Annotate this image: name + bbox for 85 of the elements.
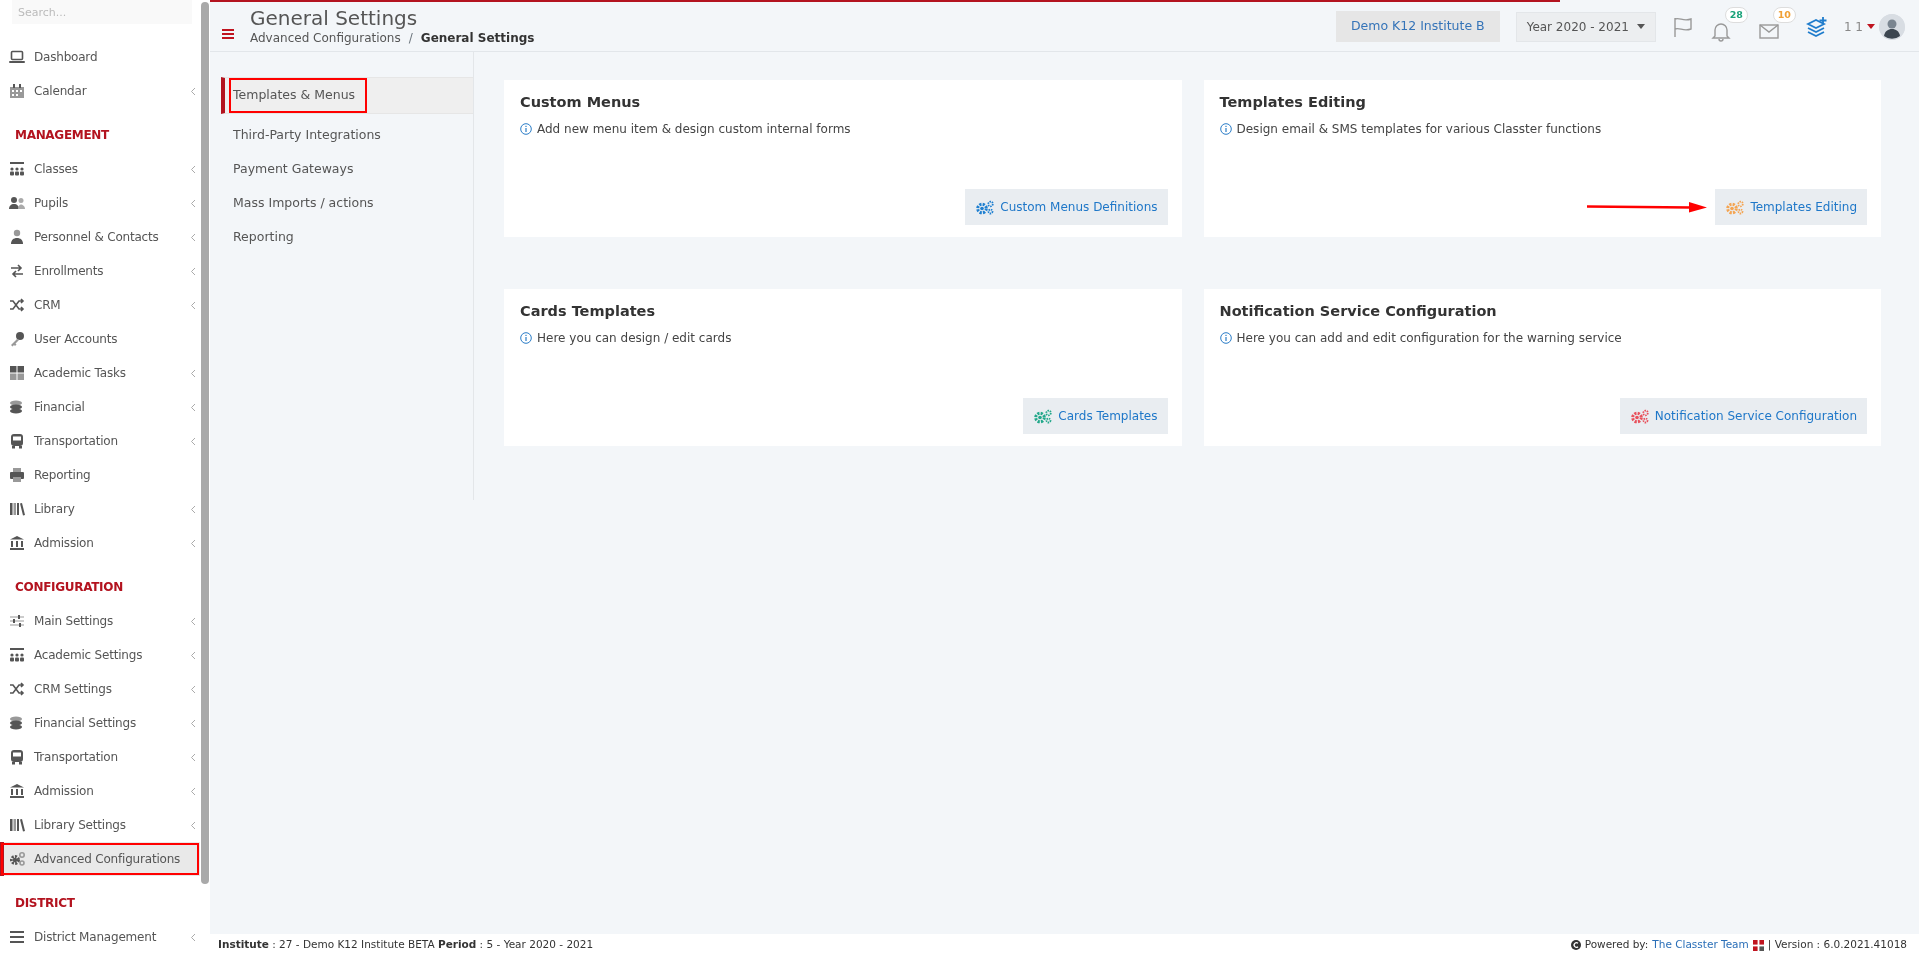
version-text: | Version : 6.0.2021.41018 [1767,937,1907,953]
count-badge: 28 [1724,6,1748,23]
section-heading: MANAGEMENT [14,127,110,144]
search-field[interactable]: Search... [12,0,192,24]
grid-icon [8,365,26,381]
card-title: Notification Service Configuration [1219,303,1498,321]
caret-icon [1867,24,1875,29]
institute-button[interactable]: Demo K12 Institute B [1336,11,1500,42]
sidebar-item[interactable]: CRM Settings [0,672,200,706]
section-heading: CONFIGURATION [14,579,124,596]
list-icon [8,929,26,945]
breadcrumb-link[interactable]: Advanced Configurations [250,28,401,47]
sidebar-item[interactable]: Classes [0,152,200,186]
sidebar-item[interactable]: Pupils [0,186,200,220]
sidebar-item[interactable]: Admission [0,774,200,808]
breadcrumb-separator: / [408,29,413,47]
team-link[interactable]: The Classter Team [1652,937,1749,953]
gears-icon [8,851,26,867]
sidebar-item[interactable]: Library [0,492,200,526]
sidebar-item[interactable]: CRM [0,288,200,322]
books-icon [8,501,26,517]
sidebar-item[interactable]: Library Settings [0,808,200,842]
count-badge: 10 [1772,6,1796,23]
sidebar-item[interactable]: Advanced Configurations [0,842,200,876]
sidebar-item[interactable]: Transportation [0,740,200,774]
card-description: Here you can add and edit configuration for the warning service [1236,330,1622,348]
page-title: General Settings [250,6,419,29]
powered-by-text: Powered by: [1584,937,1649,953]
bank-icon [8,783,26,799]
layers-plus-icon[interactable] [1805,15,1828,38]
sidebar-item[interactable]: Academic Tasks [0,356,200,390]
menu-icon[interactable] [222,29,234,39]
card-title: Custom Menus [520,94,642,112]
sidebar-item[interactable]: User Accounts [0,322,200,356]
bus-icon [8,749,26,765]
person-icon [8,229,26,245]
card-button[interactable]: Custom Menus Definitions [965,189,1168,225]
breadcrumb-current: General Settings [420,29,535,47]
period-dropdown[interactable]: Year 2020 - 2021 [1515,11,1656,42]
sidebar-item[interactable]: Dashboard [0,40,200,74]
card-description: Add new menu item & design custom internal forms [537,121,851,139]
card-title: Templates Editing [1219,94,1367,112]
card-button[interactable]: Templates Editing [1715,189,1867,225]
swap-arrows-icon [8,263,26,279]
sidebar-item[interactable]: Financial Settings [0,706,200,740]
printer-icon [8,467,26,483]
sidebar-item[interactable]: Calendar [0,74,200,108]
calendar-icon [8,83,26,99]
card-title: Cards Templates [520,303,657,321]
sidebar-item[interactable]: Enrollments [0,254,200,288]
users-icon [8,195,26,211]
sidebar-item[interactable]: Academic Settings [0,638,200,672]
info-icon [520,332,532,345]
books-icon [8,817,26,833]
sidebar-item[interactable]: Personnel & Contacts [0,220,200,254]
bus-icon [8,433,26,449]
logo-icon [1752,939,1764,951]
section-heading: DISTRICT [14,895,76,912]
card-description: Design email & SMS templates for various Classter functions [1236,121,1602,139]
laptop-icon [8,49,26,65]
flag-icon[interactable] [1671,15,1694,38]
footer-info: Institute : 27 - Demo K12 Institute BETA Period : 5 - Year 2020 - 2021 [218,937,594,953]
card-button[interactable]: Cards Templates [1023,398,1168,434]
sliders-icon [8,613,26,629]
classroom-icon [8,161,26,177]
card-description: Here you can design / edit cards [537,330,732,348]
sidebar-item[interactable]: Financial [0,390,200,424]
shuffle-icon [8,681,26,697]
info-icon [1219,332,1232,345]
submenu-item[interactable]: Templates & Menus [221,77,473,114]
user-menu[interactable]: 1 1 [1843,13,1905,40]
copyright-icon [1570,940,1581,950]
sidebar-item[interactable]: Admission [0,526,200,560]
info-icon [520,123,532,136]
caret-icon [1636,24,1645,29]
info-icon [1219,123,1232,136]
sidebar-item[interactable]: Reporting [0,458,200,492]
shuffle-icon [8,297,26,313]
scrollbar-thumb[interactable] [201,2,209,884]
card-button[interactable]: Notification Service Configuration [1619,398,1867,434]
bank-icon [8,535,26,551]
sidebar-item[interactable]: District Management [0,920,200,954]
classroom-icon [8,647,26,663]
sidebar-item[interactable]: Main Settings [0,604,200,638]
sidebar-item[interactable]: Transportation [0,424,200,458]
